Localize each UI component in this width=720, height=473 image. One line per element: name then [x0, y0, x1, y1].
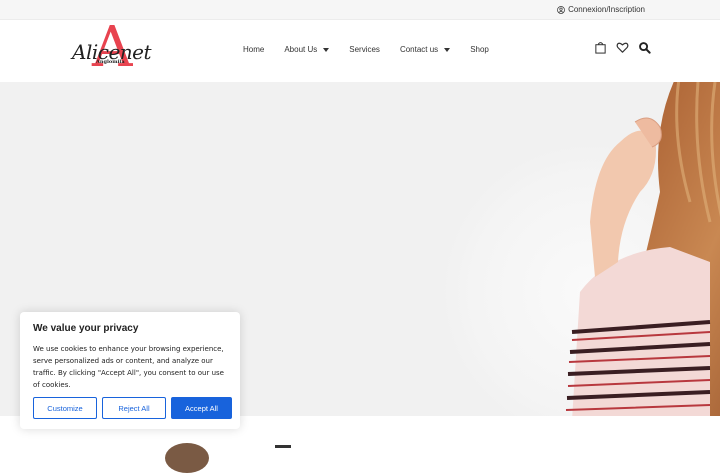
nav-item-contact-us[interactable]: Contact us: [399, 45, 451, 54]
cart-icon[interactable]: [594, 41, 607, 54]
cookie-title: We value your privacy: [33, 323, 139, 334]
logo-subtitle: Anglomila: [96, 59, 125, 65]
search-icon[interactable]: [638, 41, 651, 54]
heading-fragment: [275, 445, 291, 448]
nav-item-label: About Us: [284, 45, 318, 54]
nav-item-label: Home: [243, 45, 265, 54]
main-nav: Home About Us Services Contact us Shop: [243, 45, 509, 54]
login-link[interactable]: Connexion/Inscription: [557, 5, 645, 14]
site-header: A Alicenet Anglomila Home About Us Servi…: [0, 20, 720, 82]
hero-woman-image: [565, 82, 720, 416]
heart-icon[interactable]: [616, 41, 629, 54]
nav-item-label: Shop: [470, 45, 489, 54]
user-circle-icon: [557, 5, 565, 14]
cookie-text: We use cookies to enhance your browsing …: [33, 345, 224, 389]
avatar: [165, 443, 209, 473]
cookie-consent-banner: We value your privacy We use cookies to …: [20, 312, 240, 429]
nav-item-home[interactable]: Home: [243, 45, 264, 54]
cookie-buttons: Customize Reject All Accept All: [33, 397, 232, 419]
customize-button[interactable]: Customize: [33, 397, 97, 419]
nav-item-label: Services: [349, 45, 380, 54]
nav-item-services[interactable]: Services: [349, 45, 380, 54]
nav-item-shop[interactable]: Shop: [470, 45, 489, 54]
nav-item-label: Contact us: [399, 45, 439, 54]
header-icons: [594, 41, 651, 54]
caret-down-icon: [444, 47, 451, 52]
site-logo[interactable]: A Alicenet Anglomila: [70, 20, 152, 80]
accept-all-button[interactable]: Accept All: [171, 397, 232, 419]
reject-all-button[interactable]: Reject All: [102, 397, 166, 419]
login-label: Connexion/Inscription: [568, 5, 645, 14]
nav-item-about-us[interactable]: About Us: [284, 45, 330, 54]
caret-down-icon: [323, 47, 330, 52]
